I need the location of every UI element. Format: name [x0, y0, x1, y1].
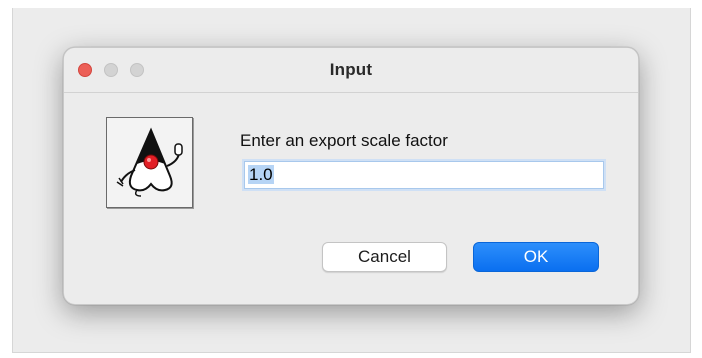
java-duke-icon — [106, 117, 193, 208]
cancel-button[interactable]: Cancel — [322, 242, 447, 272]
input-value: 1.0 — [248, 165, 274, 184]
prompt-label: Enter an export scale factor — [240, 131, 448, 150]
duke-mascot-icon — [116, 127, 183, 197]
input-dialog: Input Enter an export scale factor 1.0 C… — [63, 47, 639, 305]
title-bar: Input — [64, 48, 638, 93]
scale-factor-input[interactable]: 1.0 — [244, 161, 604, 189]
dialog-title: Input — [329, 60, 373, 79]
ok-button[interactable]: OK — [473, 242, 599, 272]
